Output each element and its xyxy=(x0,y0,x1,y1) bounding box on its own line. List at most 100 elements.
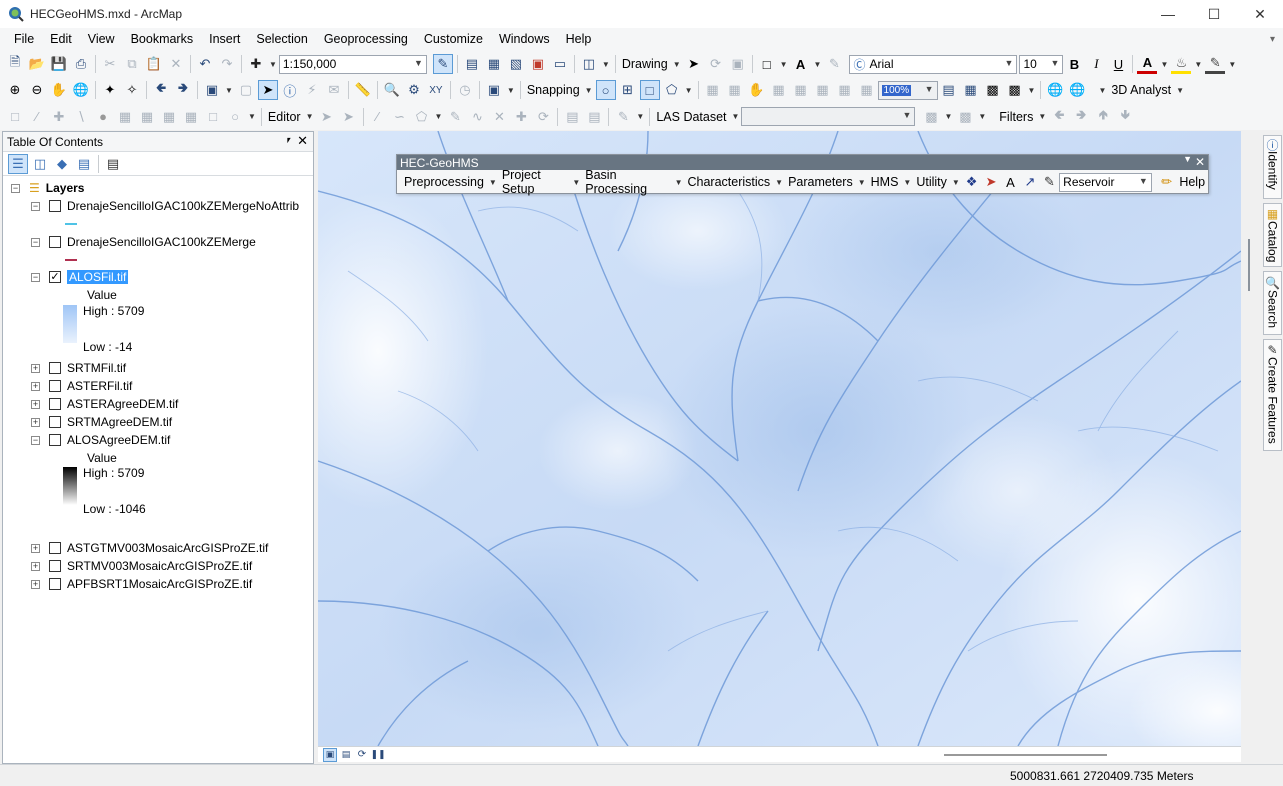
expand-icon[interactable]: + xyxy=(31,543,40,553)
hyperlink-icon[interactable]: ⚡ xyxy=(302,80,322,100)
vertical-scrollbar[interactable] xyxy=(1248,239,1250,291)
select-elements-icon[interactable]: ➤ xyxy=(684,54,704,74)
collapse-icon[interactable]: − xyxy=(11,183,20,193)
fixed-zoom-out-icon[interactable]: ✧ xyxy=(122,80,142,100)
identify-icon[interactable]: ⓘ xyxy=(280,80,300,100)
las-tool-1-icon[interactable]: ▩ xyxy=(921,107,941,127)
globe-options-icon[interactable]: ▼ xyxy=(1098,86,1106,95)
utility-menu[interactable]: Utility xyxy=(913,175,950,189)
list-by-source-icon[interactable]: ◫ xyxy=(30,154,50,174)
flow-path-icon[interactable]: ➤ xyxy=(982,172,999,192)
3d-analyst-menu[interactable]: 3D Analyst xyxy=(1108,83,1174,97)
edit-tool-10-icon[interactable]: □ xyxy=(203,107,223,127)
menu-insert[interactable]: Insert xyxy=(201,28,248,51)
georef-tool-4-icon[interactable]: ▦ xyxy=(769,80,789,100)
add-data-dropdown-icon[interactable]: ▼ xyxy=(269,60,277,69)
trace-icon[interactable]: ∽ xyxy=(390,107,410,127)
editor-menu[interactable]: Editor xyxy=(265,110,304,124)
minimize-button[interactable]: — xyxy=(1145,0,1191,28)
toc-layer-item[interactable]: + ASTERAgreeDEM.tif xyxy=(31,395,178,413)
arctoolbox-icon[interactable]: ▣ xyxy=(528,54,548,74)
font-color-icon[interactable]: A xyxy=(1137,54,1158,74)
preprocessing-dropdown-icon[interactable]: ▼ xyxy=(489,178,497,187)
toc-layer-item[interactable]: + SRTMV003MosaicArcGISProZE.tif xyxy=(31,557,252,575)
layer-name[interactable]: SRTMFil.tif xyxy=(67,361,126,375)
hec-geohms-titlebar[interactable]: HEC-GeoHMS ▼ ✕ xyxy=(397,154,1208,170)
zoom-out-icon[interactable]: ⊖ xyxy=(27,80,47,100)
las-tool-1-dropdown-icon[interactable]: ▼ xyxy=(944,112,952,121)
zoom-in-icon[interactable]: ⊕ xyxy=(5,80,25,100)
print-icon[interactable]: ⎙ xyxy=(71,54,91,74)
data-view-icon[interactable]: ▣ xyxy=(323,747,337,762)
preprocessing-menu[interactable]: Preprocessing xyxy=(401,175,487,189)
text-tool-icon[interactable]: A xyxy=(791,54,811,74)
back-extent-icon[interactable]: 🢀 xyxy=(151,80,171,100)
las-dataset-dropdown-icon[interactable]: ▼ xyxy=(732,112,740,121)
italic-button[interactable]: I xyxy=(1086,54,1106,74)
close-icon[interactable]: ✕ xyxy=(1195,155,1205,169)
layer-name[interactable]: SRTMV003MosaicArcGISProZE.tif xyxy=(67,559,252,573)
reshape-icon[interactable]: ∿ xyxy=(467,107,487,127)
add-point-icon[interactable]: A xyxy=(1002,172,1019,192)
paste-icon[interactable]: 📋 xyxy=(144,54,164,74)
edit-tool-4-icon[interactable]: ∖ xyxy=(71,107,91,127)
layer-visibility-checkbox[interactable] xyxy=(49,398,61,410)
sketch-properties-icon[interactable]: ▤ xyxy=(584,107,604,127)
search-tab[interactable]: 🔍 Search xyxy=(1263,271,1282,335)
hms-menu[interactable]: HMS xyxy=(868,175,902,189)
pause-drawing-icon[interactable]: ❚❚ xyxy=(370,748,385,762)
las-dataset-menu[interactable]: LAS Dataset xyxy=(653,110,729,124)
georef-tool-6-icon[interactable]: ▦ xyxy=(813,80,833,100)
redo-icon[interactable]: ↷ xyxy=(217,54,237,74)
edit-tool-5-icon[interactable]: ● xyxy=(93,107,113,127)
chevron-down-icon[interactable]: ▼ xyxy=(903,110,912,120)
toc-layer-item[interactable]: + ASTGTMV003MosaicArcGISProZE.tif xyxy=(31,539,268,557)
layers-root[interactable]: − ☰ Layers xyxy=(11,179,84,197)
toc-window-icon[interactable]: ▤ xyxy=(462,54,482,74)
filters-menu[interactable]: Filters xyxy=(996,110,1036,124)
toc-layer-item[interactable]: − ✓ ALOSFil.tif xyxy=(31,268,129,286)
layer-name[interactable]: DrenajeSencilloIGAC100kZEMerge xyxy=(67,235,256,249)
snapping-dropdown-icon[interactable]: ▼ xyxy=(585,86,593,95)
undo-icon[interactable]: ↶ xyxy=(195,54,215,74)
toc-layer-item[interactable]: + SRTMAgreeDEM.tif xyxy=(31,413,172,431)
help-button[interactable]: Help xyxy=(1176,175,1208,189)
layer-visibility-checkbox[interactable] xyxy=(49,362,61,374)
layer-visibility-checkbox[interactable] xyxy=(49,380,61,392)
cut-icon[interactable]: ✂ xyxy=(100,54,120,74)
layer-line-symbol[interactable] xyxy=(65,223,77,225)
layout-tool-2-icon[interactable]: ▦ xyxy=(961,80,981,100)
pan-icon[interactable]: ✋ xyxy=(49,80,69,100)
line-color-icon[interactable]: ✎ xyxy=(1205,54,1226,74)
help-pencil-icon[interactable]: ✏ xyxy=(1158,172,1175,192)
expand-icon[interactable]: + xyxy=(31,417,40,427)
horizontal-scrollbar[interactable] xyxy=(944,754,1107,756)
layer-visibility-checkbox[interactable] xyxy=(49,542,61,554)
select-features-icon[interactable]: ▣ xyxy=(202,80,222,100)
catalog-tab[interactable]: ▦ Catalog xyxy=(1263,203,1282,267)
time-slider-icon[interactable]: ◷ xyxy=(455,80,475,100)
snapping-menu[interactable]: Snapping xyxy=(524,83,583,97)
select-features-dropdown-icon[interactable]: ▼ xyxy=(225,86,233,95)
las-right-icon[interactable]: 🢂 xyxy=(1071,107,1091,127)
snapping-options-icon[interactable]: ▼ xyxy=(685,86,693,95)
edit-tool-9-icon[interactable]: ▦ xyxy=(181,107,201,127)
drawing-dropdown-icon[interactable]: ▼ xyxy=(673,60,681,69)
end-snapping-icon[interactable]: ⊞ xyxy=(618,80,638,100)
create-features-icon[interactable]: ✎ xyxy=(613,107,633,127)
select-elements-tool-icon[interactable]: ➤ xyxy=(257,80,278,100)
layout-dropdown-icon[interactable]: ▼ xyxy=(1028,86,1036,95)
straight-segment-icon[interactable]: ∕ xyxy=(368,107,388,127)
project-setup-dropdown-icon[interactable]: ▼ xyxy=(572,178,580,187)
georef-tool-1-icon[interactable]: ▦ xyxy=(703,80,723,100)
bold-button[interactable]: B xyxy=(1064,54,1084,74)
point-snapping-icon[interactable]: ○ xyxy=(595,80,616,100)
las-layer-combobox[interactable]: ▼ xyxy=(741,107,916,126)
expand-icon[interactable]: + xyxy=(31,561,40,571)
menu-customize[interactable]: Customize xyxy=(416,28,491,51)
catalog-window-icon[interactable]: ▦ xyxy=(484,54,504,74)
list-by-drawing-order-icon[interactable]: ☰ xyxy=(8,153,28,174)
reservoir-combobox[interactable]: Reservoir ▼ xyxy=(1059,172,1152,192)
legend-color-ramp[interactable] xyxy=(63,305,77,343)
cut-polygons-icon[interactable]: ✕ xyxy=(489,107,509,127)
